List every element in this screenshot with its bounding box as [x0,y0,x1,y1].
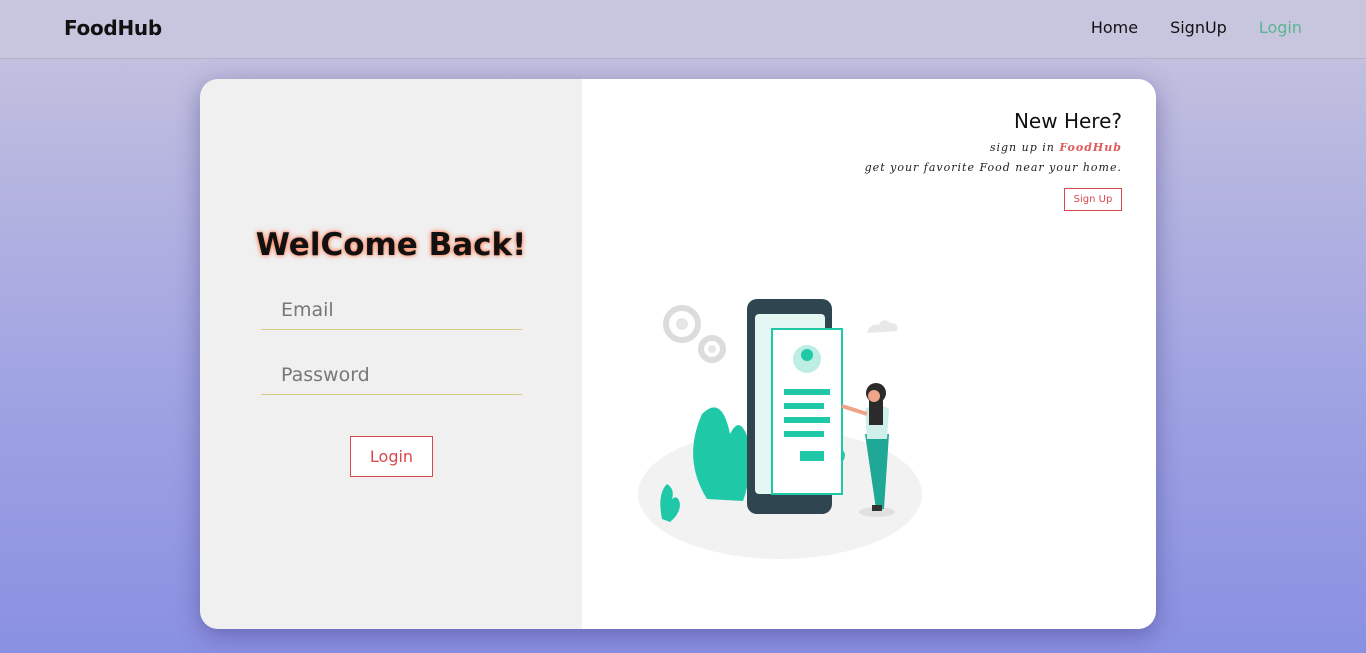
brand-logo[interactable]: FoodHub [64,16,162,40]
email-input[interactable] [261,290,522,330]
gear-icon [663,305,726,363]
auth-card: WelCome Back! Login New Here? sign up in… [200,79,1156,629]
nav-link-signup[interactable]: SignUp [1170,18,1227,37]
cloud-icon [867,320,898,333]
password-input[interactable] [261,355,522,395]
signup-tagline-line2: get your favorite Food near your home. [864,161,1122,174]
login-panel: WelCome Back! Login [200,79,582,629]
login-button[interactable]: Login [350,436,433,477]
signup-tagline: sign up in FoodHub [990,141,1122,154]
plant-icon [693,407,750,501]
signup-panel: New Here? sign up in FoodHub get your fa… [582,79,1156,629]
tagline-prefix: sign up in [989,141,1055,154]
login-title: WelCome Back! [255,227,527,263]
nav-links: Home SignUp Login [1091,18,1302,37]
nav-link-home[interactable]: Home [1091,18,1138,37]
signup-heading: New Here? [1013,109,1122,133]
nav-link-login[interactable]: Login [1259,18,1302,37]
tagline-brand: FoodHub [1059,141,1122,154]
mobile-login-illustration [638,299,922,559]
signup-button[interactable]: Sign Up [1064,188,1122,211]
navbar: FoodHub Home SignUp Login [0,0,1366,59]
